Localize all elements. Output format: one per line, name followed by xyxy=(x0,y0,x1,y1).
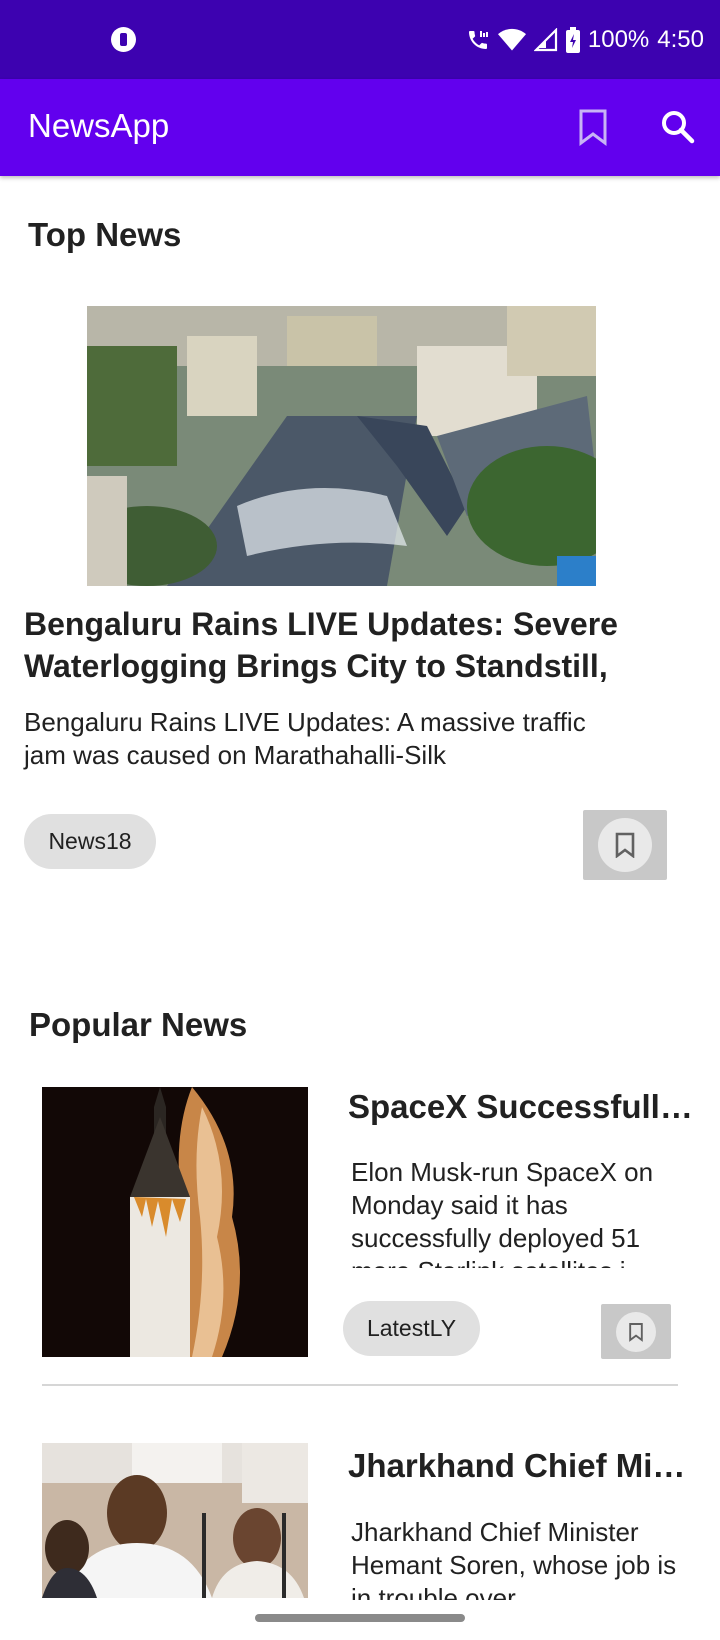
popular-news-description: Jharkhand Chief Minister Hemant Soren, w… xyxy=(351,1517,677,1600)
search-icon[interactable] xyxy=(658,107,698,147)
popular-news-bookmark-button[interactable] xyxy=(601,1304,671,1359)
signal-icon xyxy=(533,28,557,52)
bookmark-icon[interactable] xyxy=(573,107,613,147)
top-news-title[interactable]: Bengaluru Rains LIVE Updates: Severe Wat… xyxy=(24,603,674,687)
top-news-description: Bengaluru Rains LIVE Updates: A massive … xyxy=(24,707,586,770)
popular-news-heading: Popular News xyxy=(29,1006,248,1043)
top-news-image[interactable] xyxy=(87,306,596,586)
app-bar: NewsApp xyxy=(0,79,720,176)
popular-news-image[interactable] xyxy=(42,1443,308,1598)
app-title: NewsApp xyxy=(28,107,170,144)
popular-news-title[interactable]: Jharkhand Chief Minister Hemant Soren xyxy=(348,1447,694,1485)
top-news-heading: Top News xyxy=(28,216,182,253)
list-divider xyxy=(42,1384,678,1386)
status-icons: 100% 4:50 xyxy=(466,22,704,58)
bookmark-icon xyxy=(615,832,635,858)
battery-icon xyxy=(565,27,580,53)
gesture-navigation-handle[interactable] xyxy=(255,1614,465,1622)
popular-news-source-chip[interactable]: LatestLY xyxy=(343,1301,480,1356)
app-notification-icon xyxy=(111,27,136,52)
bookmark-button-circle xyxy=(616,1311,656,1352)
flooded-city-image xyxy=(87,306,596,586)
top-news-bookmark-button[interactable] xyxy=(583,810,667,880)
clock: 4:50 xyxy=(657,26,704,53)
top-news-source-chip[interactable]: News18 xyxy=(24,814,156,869)
assembly-speaker-image xyxy=(42,1443,308,1598)
status-bar: 100% 4:50 xyxy=(0,0,720,79)
bookmark-button-circle xyxy=(598,818,652,872)
battery-percent: 100% xyxy=(587,26,650,53)
wifi-calling-icon xyxy=(468,31,488,49)
popular-news-description: Elon Musk-run SpaceX on Monday said it h… xyxy=(351,1157,654,1268)
bookmark-icon xyxy=(629,1322,643,1342)
popular-news-image[interactable] xyxy=(42,1087,308,1357)
popular-news-title[interactable]: SpaceX Successfully Deploys 51 More Star… xyxy=(348,1088,694,1126)
wifi-icon xyxy=(497,28,526,51)
rocket-launch-image xyxy=(42,1087,308,1357)
